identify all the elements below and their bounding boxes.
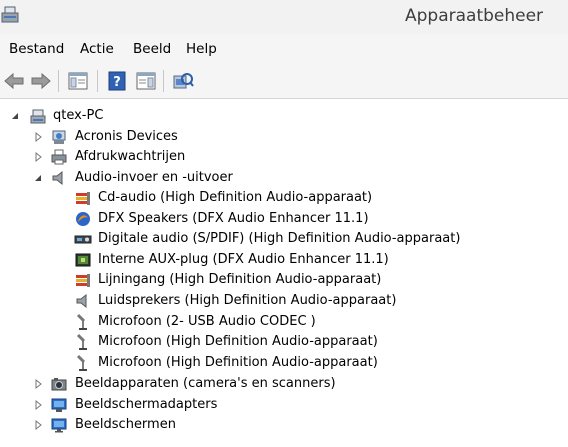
collapse-arrow-icon[interactable] [9, 110, 21, 122]
menu-bar: Bestand Actie Beeld Help [0, 34, 568, 64]
display-adapter-icon [51, 398, 67, 412]
scan-hardware-icon [173, 73, 194, 89]
device-label: Microfoon (2- USB Audio CODEC ) [98, 314, 316, 329]
menu-bestand[interactable]: Bestand [9, 41, 64, 57]
microphone-icon [76, 333, 87, 350]
tree-device-cd-audio[interactable]: Cd-audio (High Definition Audio-apparaat… [0, 188, 568, 208]
microphone-icon [76, 313, 87, 330]
tree-category-audio[interactable]: Audio-invoer en -uitvoer [0, 168, 568, 188]
tree-category-monitors[interactable]: Beeldschermen [0, 415, 568, 435]
dfx-logo-icon [76, 212, 90, 226]
microphone-icon [76, 354, 87, 371]
expand-arrow-icon[interactable] [32, 131, 44, 143]
camera-icon [51, 378, 67, 391]
monitor-icon [51, 418, 67, 433]
speaker-icon [76, 293, 87, 309]
tree-category-label: Acronis Devices [75, 129, 178, 144]
device-manager-icon[interactable] [0, 4, 22, 26]
toolbar-separator [163, 70, 164, 92]
device-label: Digitale audio (S/PDIF) (High Definition… [98, 231, 461, 246]
collapse-arrow-icon[interactable] [32, 172, 44, 184]
device-label: Lijningang (High Definition Audio-appara… [98, 272, 382, 287]
audio-jack-icon [76, 274, 90, 287]
back-button[interactable] [2, 70, 26, 92]
toolbar: ? [0, 64, 568, 99]
device-tree: qtex-PC Acronis Devices Afdrukwachtrijen… [0, 99, 568, 447]
help-button[interactable]: ? [105, 70, 129, 92]
expand-arrow-icon[interactable] [32, 378, 44, 390]
computer-icon [30, 109, 46, 124]
device-label: DFX Speakers (DFX Audio Enhancer 11.1) [98, 211, 369, 226]
tree-root[interactable]: qtex-PC [0, 106, 568, 126]
digital-audio-icon [74, 235, 92, 244]
tree-device-microphone-hd-2[interactable]: Microfoon (High Definition Audio-apparaa… [0, 353, 568, 373]
aux-plug-icon [75, 253, 91, 267]
forward-arrow-icon [31, 72, 51, 90]
tree-category-label: Beeldschermen [75, 417, 176, 432]
tree-category-label: Beeldapparaten (camera's en scanners) [75, 376, 336, 391]
tree-category-print-queues[interactable]: Afdrukwachtrijen [0, 147, 568, 167]
device-label: Microfoon (High Definition Audio-apparaa… [98, 334, 378, 349]
window-title: Apparaatbeheer [405, 6, 544, 26]
acronis-device-icon [52, 130, 66, 144]
audio-jack-icon [76, 192, 90, 205]
menu-beeld[interactable]: Beeld [133, 41, 171, 57]
tree-category-imaging-devices[interactable]: Beeldapparaten (camera's en scanners) [0, 374, 568, 394]
scan-hardware-button[interactable] [171, 70, 195, 92]
device-label: Cd-audio (High Definition Audio-apparaat… [98, 190, 373, 205]
toolbar-separator [58, 70, 59, 92]
show-hide-console-tree-button[interactable] [66, 70, 90, 92]
menu-actie[interactable]: Actie [80, 41, 114, 57]
tree-category-label: Afdrukwachtrijen [75, 149, 186, 164]
tree-category-label: Beeldschermadapters [75, 397, 218, 412]
back-arrow-icon [4, 72, 24, 90]
tree-device-aux-plug[interactable]: Interne AUX-plug (DFX Audio Enhancer 11.… [0, 250, 568, 270]
expand-arrow-icon[interactable] [32, 399, 44, 411]
tree-device-digital-audio[interactable]: Digitale audio (S/PDIF) (High Definition… [0, 229, 568, 249]
menu-help[interactable]: Help [186, 41, 217, 57]
expand-arrow-icon[interactable] [32, 151, 44, 163]
device-label: Luidsprekers (High Definition Audio-appa… [98, 293, 397, 308]
device-label: Interne AUX-plug (DFX Audio Enhancer 11.… [98, 252, 389, 267]
tree-category-display-adapters[interactable]: Beeldschermadapters [0, 395, 568, 415]
title-bar: Apparaatbeheer [0, 0, 568, 34]
tree-device-line-in[interactable]: Lijningang (High Definition Audio-appara… [0, 270, 568, 290]
expand-arrow-icon[interactable] [32, 419, 44, 431]
device-label: Microfoon (High Definition Audio-apparaa… [98, 355, 378, 370]
tree-root-label: qtex-PC [53, 108, 104, 123]
help-icon: ? [108, 71, 126, 91]
tree-device-microphone-usb[interactable]: Microfoon (2- USB Audio CODEC ) [0, 312, 568, 332]
tree-device-speakers[interactable]: Luidsprekers (High Definition Audio-appa… [0, 291, 568, 311]
printer-icon [51, 149, 67, 165]
tree-category-acronis-devices[interactable]: Acronis Devices [0, 127, 568, 147]
tree-device-microphone-hd-1[interactable]: Microfoon (High Definition Audio-apparaa… [0, 332, 568, 352]
properties-icon [136, 72, 156, 90]
speaker-icon [52, 170, 63, 186]
toolbar-separator [97, 70, 98, 92]
tree-device-dfx-speakers[interactable]: DFX Speakers (DFX Audio Enhancer 11.1) [0, 209, 568, 229]
forward-button[interactable] [29, 70, 53, 92]
console-tree-icon [68, 72, 88, 90]
tree-category-label: Audio-invoer en -uitvoer [75, 170, 233, 185]
svg-text:?: ? [113, 75, 121, 90]
properties-button[interactable] [134, 70, 158, 92]
